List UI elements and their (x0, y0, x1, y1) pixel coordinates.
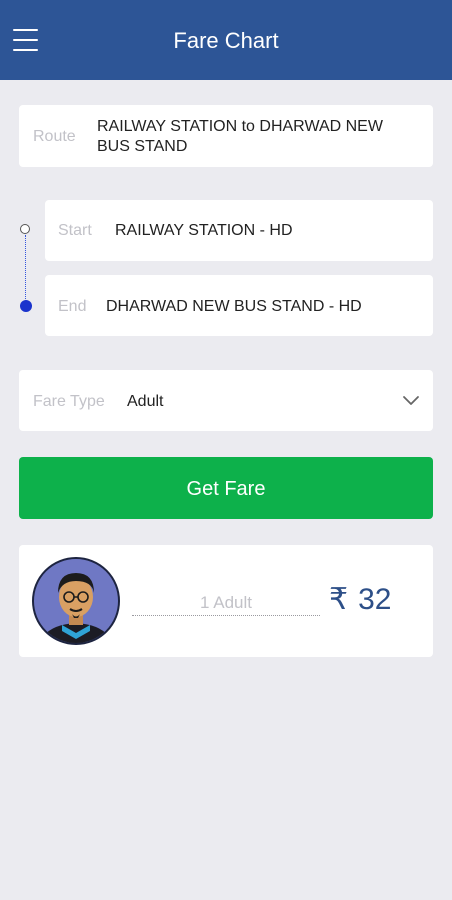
end-point-icon (20, 300, 32, 312)
route-value-line1: RAILWAY STATION to DHARWAD NEW (97, 118, 383, 135)
route-value-line2: BUS STAND (97, 138, 188, 155)
page-title: Fare Chart (173, 28, 279, 53)
end-value: DHARWAD NEW BUS STAND - HD (106, 298, 362, 315)
start-stop-field[interactable]: Start RAILWAY STATION - HD (45, 200, 433, 261)
route-label: Route (33, 128, 76, 145)
end-stop-field[interactable]: End DHARWAD NEW BUS STAND - HD (45, 275, 433, 336)
fare-type-value: Adult (127, 393, 164, 410)
fare-type-select[interactable]: Fare Type Adult (19, 370, 433, 431)
person-avatar-icon (32, 557, 120, 645)
route-field[interactable]: Route RAILWAY STATION to DHARWAD NEW BUS… (19, 105, 433, 167)
fare-value: 32 (358, 583, 392, 616)
app-bar: Fare Chart (0, 0, 452, 80)
chevron-down-icon[interactable] (401, 390, 421, 410)
get-fare-button[interactable]: Get Fare (19, 457, 433, 519)
rupee-symbol: ₹ (329, 583, 349, 616)
fare-result-card: 1 Adult ₹32 (19, 545, 433, 657)
start-point-icon (20, 224, 30, 234)
end-label: End (58, 298, 87, 315)
fare-type-label: Fare Type (33, 393, 105, 410)
start-label: Start (58, 222, 92, 239)
passenger-count: 1 Adult (132, 593, 320, 616)
fare-amount: ₹32 (329, 582, 391, 617)
route-connector-line (25, 235, 26, 299)
start-value: RAILWAY STATION - HD (115, 222, 293, 239)
